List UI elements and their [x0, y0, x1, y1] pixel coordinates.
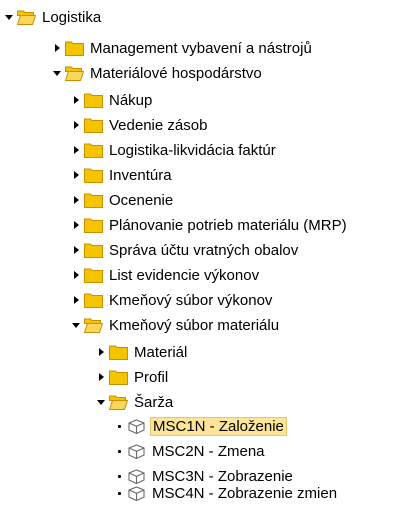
folder-icon — [84, 168, 103, 183]
transaction-msc4n[interactable]: MSC4N - Zobrazenie zmien — [114, 481, 339, 505]
collapsed-triangle-icon[interactable] — [71, 143, 81, 157]
tree-node-label: Profil — [134, 368, 169, 386]
tree-node-nakup[interactable]: Nákup — [71, 88, 154, 112]
collapsed-triangle-icon[interactable] — [71, 93, 81, 107]
tree-node-label: Kmeňový súbor výkonov — [109, 291, 273, 309]
tree-node-label: Logistika — [42, 8, 102, 26]
collapsed-triangle-icon[interactable] — [96, 370, 106, 384]
collapsed-triangle-icon[interactable] — [71, 243, 81, 257]
collapsed-triangle-icon[interactable] — [71, 293, 81, 307]
expanded-triangle-icon[interactable] — [4, 10, 14, 24]
transaction-cube-icon — [127, 486, 146, 501]
tree-node-inventura[interactable]: Inventúra — [71, 163, 174, 187]
transaction-cube-icon — [127, 444, 146, 459]
collapsed-triangle-icon[interactable] — [71, 118, 81, 132]
expanded-triangle-icon[interactable] — [96, 395, 106, 409]
tree-node-label: Nákup — [109, 91, 153, 109]
tree-node-mrp[interactable]: Plánovanie potrieb materiálu (MRP) — [71, 213, 349, 237]
tree-node-logistika-likvidacia[interactable]: Logistika-likvidácia faktúr — [71, 138, 278, 162]
folder-icon — [84, 268, 103, 283]
tree-node-profil[interactable]: Profil — [96, 365, 170, 389]
folder-open-icon — [84, 318, 103, 333]
collapsed-triangle-icon[interactable] — [71, 218, 81, 232]
transaction-msc1n[interactable]: MSC1N - Založenie — [114, 414, 287, 438]
transaction-msc2n[interactable]: MSC2N - Zmena — [114, 439, 267, 463]
collapsed-triangle-icon[interactable] — [96, 345, 106, 359]
folder-open-icon — [109, 395, 128, 410]
folder-icon — [65, 41, 84, 56]
tree-node-materialove-hospodarstvo[interactable]: Materiálové hospodárstvo — [52, 61, 264, 85]
tree-node-label: Management vybavení a nástrojů — [90, 39, 312, 57]
tree-node-logistika[interactable]: Logistika — [4, 5, 103, 29]
bullet-icon — [114, 486, 124, 500]
tree-node-label: Plánovanie potrieb materiálu (MRP) — [109, 216, 347, 234]
folder-icon — [84, 218, 103, 233]
folder-icon — [84, 93, 103, 108]
folder-icon — [84, 243, 103, 258]
collapsed-triangle-icon[interactable] — [52, 41, 62, 55]
tree-node-sprava-uctu[interactable]: Správa účtu vratných obalov — [71, 238, 300, 262]
tree-node-label: Logistika-likvidácia faktúr — [109, 141, 276, 159]
folder-open-icon — [17, 10, 36, 25]
folder-open-icon — [65, 66, 84, 81]
transaction-label: MSC4N - Zobrazenie zmien — [152, 484, 338, 502]
tree-node-sarza[interactable]: Šarža — [96, 390, 175, 414]
collapsed-triangle-icon[interactable] — [71, 193, 81, 207]
tree-node-label: Materiál — [134, 343, 188, 361]
tree-node-label: Správa účtu vratných obalov — [109, 241, 299, 259]
collapsed-triangle-icon[interactable] — [71, 268, 81, 282]
tree-node-label: List evidencie výkonov — [109, 266, 260, 284]
tree-node-kmenovy-subor-vykonov[interactable]: Kmeňový súbor výkonov — [71, 288, 274, 312]
tree-node-label: Šarža — [134, 393, 174, 411]
transaction-label: MSC2N - Zmena — [152, 442, 265, 460]
tree-node-label: Ocenenie — [109, 191, 174, 209]
tree-node-material[interactable]: Materiál — [96, 340, 189, 364]
bullet-icon — [114, 419, 124, 433]
bullet-icon — [114, 444, 124, 458]
tree-node-management[interactable]: Management vybavení a nástrojů — [52, 36, 314, 60]
folder-icon — [109, 370, 128, 385]
expanded-triangle-icon[interactable] — [52, 66, 62, 80]
tree-node-list-evidencie[interactable]: List evidencie výkonov — [71, 263, 261, 287]
expanded-triangle-icon[interactable] — [71, 318, 81, 332]
folder-icon — [84, 293, 103, 308]
folder-icon — [84, 118, 103, 133]
tree-node-label: Inventúra — [109, 166, 172, 184]
sap-menu-tree: Logistika Management vybavení a nástrojů… — [0, 0, 398, 504]
tree-node-label: Materiálové hospodárstvo — [90, 64, 262, 82]
tree-node-kmenovy-subor-materialu[interactable]: Kmeňový súbor materiálu — [71, 313, 281, 337]
tree-node-vedenie-zasob[interactable]: Vedenie zásob — [71, 113, 209, 137]
transaction-label: MSC1N - Založenie — [150, 416, 287, 436]
tree-node-ocenenie[interactable]: Ocenenie — [71, 188, 175, 212]
collapsed-triangle-icon[interactable] — [71, 168, 81, 182]
folder-icon — [109, 345, 128, 360]
tree-node-label: Kmeňový súbor materiálu — [109, 316, 280, 334]
tree-node-label: Vedenie zásob — [109, 116, 208, 134]
folder-icon — [84, 193, 103, 208]
transaction-cube-icon — [127, 419, 146, 434]
folder-icon — [84, 143, 103, 158]
